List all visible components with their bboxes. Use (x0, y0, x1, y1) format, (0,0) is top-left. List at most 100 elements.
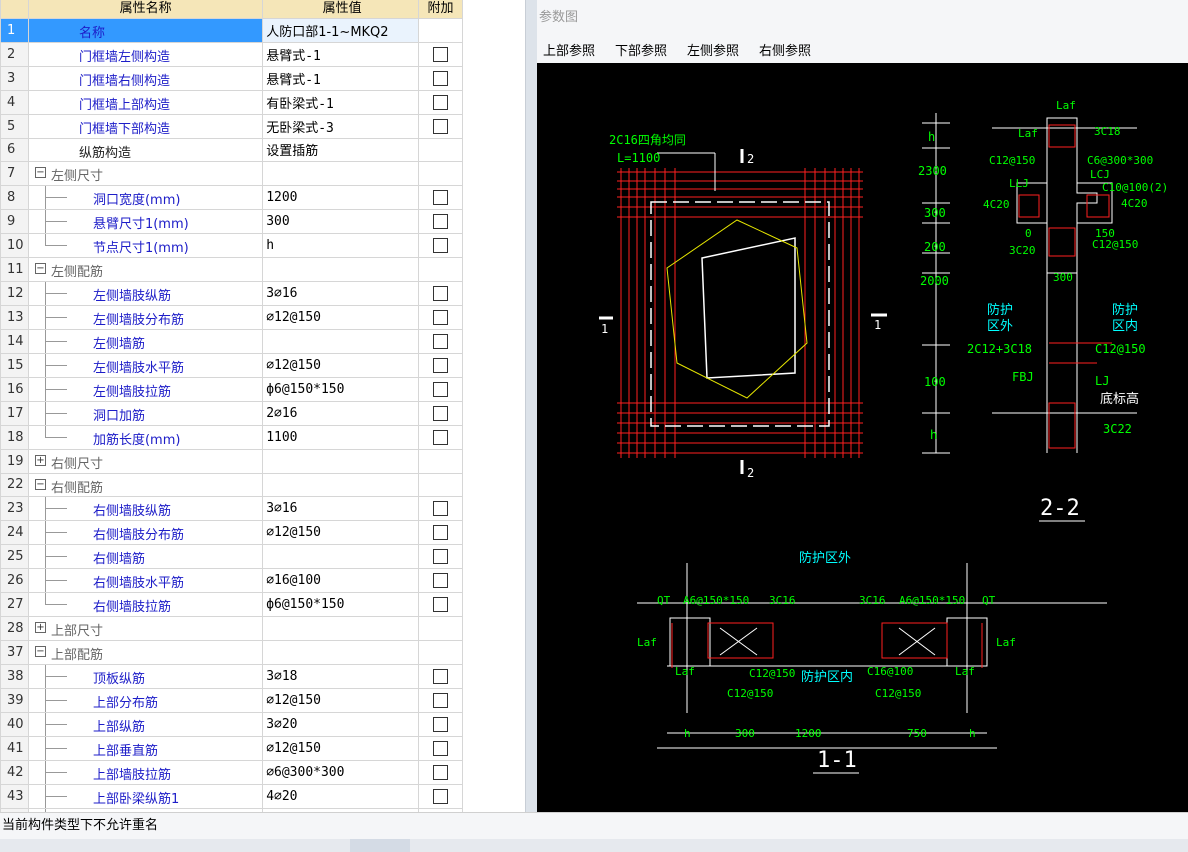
property-name-cell[interactable]: 上部纵筋 (27, 711, 264, 737)
extra-checkbox[interactable] (433, 525, 449, 541)
property-value[interactable] (262, 257, 420, 282)
extra-checkbox[interactable] (433, 429, 449, 445)
property-name-cell[interactable]: 右侧墙肢拉筋 (27, 592, 264, 618)
extra-checkbox[interactable] (433, 716, 449, 732)
property-name-cell[interactable]: + 右侧尺寸 (27, 448, 264, 474)
extra-checkbox[interactable] (433, 764, 449, 780)
extra-checkbox[interactable] (433, 309, 449, 325)
property-name-cell[interactable]: 左侧墙肢拉筋 (27, 376, 264, 402)
extra-checkbox[interactable] (433, 70, 449, 86)
property-value[interactable]: 悬臂式-1 (262, 41, 420, 67)
property-value[interactable]: 1200 (262, 185, 420, 210)
property-name-cell[interactable]: 门框墙下部构造 (27, 113, 264, 139)
table-row[interactable]: 11− 左侧配筋 (0, 257, 463, 282)
property-value[interactable]: 无卧梁式-3 (262, 113, 420, 139)
table-row[interactable]: 8 洞口宽度(mm) 1200 (0, 185, 463, 210)
property-name-cell[interactable]: 加筋长度(mm) (27, 424, 264, 450)
property-value[interactable]: 人防口部1-1~MKQ2 (262, 17, 420, 43)
property-name-cell[interactable]: 左侧墙肢分布筋 (27, 304, 264, 330)
property-value[interactable]: 2⌀16 (262, 400, 420, 426)
property-name-cell[interactable]: 上部分布筋 (27, 687, 264, 713)
property-value[interactable]: 悬臂式-1 (262, 65, 420, 91)
property-value[interactable]: 有卧梁式-1 (262, 89, 420, 115)
property-name-cell[interactable]: − 左侧尺寸 (27, 161, 264, 186)
table-row[interactable]: 4 门框墙上部构造 有卧梁式-1 (0, 89, 463, 115)
extra-checkbox[interactable] (433, 740, 449, 756)
property-value[interactable]: ⌀12@150 (262, 520, 420, 546)
table-row[interactable]: 25 右侧墙筋 (0, 544, 463, 570)
extra-checkbox[interactable] (433, 597, 449, 613)
table-row[interactable]: 14 左侧墙筋 (0, 328, 463, 354)
property-value[interactable]: h (262, 233, 420, 258)
property-name-cell[interactable]: 门框墙左侧构造 (27, 41, 264, 67)
extra-checkbox[interactable] (433, 285, 449, 301)
extra-checkbox[interactable] (433, 668, 449, 684)
property-value[interactable]: 4⌀20 (262, 783, 420, 809)
property-value[interactable] (262, 448, 420, 474)
property-value[interactable]: 3⌀16 (262, 280, 420, 306)
property-name-cell[interactable]: − 上部配筋 (27, 640, 264, 665)
property-value[interactable]: ⌀12@150 (262, 687, 420, 713)
property-value[interactable]: ф6@150*150 (262, 592, 420, 618)
table-row[interactable]: 28 + 上部尺寸 (0, 616, 463, 641)
property-name-cell[interactable]: 右侧墙筋 (27, 544, 264, 570)
extra-checkbox[interactable] (433, 357, 449, 373)
table-row[interactable]: 41 上部垂直筋 ⌀12@150 (0, 735, 463, 761)
table-row[interactable]: 27 右侧墙肢拉筋 ф6@150*150 (0, 592, 463, 618)
table-row[interactable]: 24 右侧墙肢分布筋 ⌀12@150 (0, 520, 463, 546)
property-name-cell[interactable]: 上部垂直筋 (27, 735, 264, 761)
property-name-cell[interactable]: − 右侧配筋 (27, 472, 264, 498)
table-row[interactable]: 18 加筋长度(mm) 1100 (0, 424, 463, 450)
property-value[interactable]: ⌀12@150 (262, 735, 420, 761)
property-name-cell[interactable]: 洞口加筋 (27, 400, 264, 426)
property-value[interactable]: ф6@150*150 (262, 376, 420, 402)
extra-checkbox[interactable] (433, 405, 449, 421)
property-value[interactable]: ⌀6@300*300 (262, 759, 420, 785)
tab-right-reference[interactable]: 右侧参照 (759, 40, 811, 59)
property-name-cell[interactable]: − 左侧配筋 (27, 257, 264, 282)
property-name-cell[interactable]: 左侧墙筋 (27, 328, 264, 354)
property-name-cell[interactable]: 名称 (27, 17, 264, 43)
table-row[interactable]: 15 左侧墙肢水平筋 ⌀12@150 (0, 352, 463, 378)
property-name-cell[interactable]: 上部卧梁纵筋1 (27, 783, 264, 809)
extra-checkbox[interactable] (433, 94, 449, 110)
property-value[interactable]: 3⌀16 (262, 496, 420, 522)
table-row[interactable]: 22− 右侧配筋 (0, 472, 463, 498)
property-name-cell[interactable]: 上部墙肢拉筋 (27, 759, 264, 785)
collapse-icon[interactable]: − (34, 263, 46, 274)
property-value[interactable]: 设置插筋 (262, 137, 420, 163)
extra-checkbox[interactable] (433, 692, 449, 708)
table-row[interactable]: 43 上部卧梁纵筋1 4⌀20 (0, 783, 463, 809)
table-row[interactable]: 39 上部分布筋 ⌀12@150 (0, 687, 463, 713)
table-row[interactable]: 16 左侧墙肢拉筋 ф6@150*150 (0, 376, 463, 402)
table-row[interactable]: 40 上部纵筋 3⌀20 (0, 711, 463, 737)
extra-checkbox[interactable] (433, 501, 449, 517)
property-name-cell[interactable]: 右侧墙肢分布筋 (27, 520, 264, 546)
property-name-cell[interactable]: + 上部尺寸 (27, 616, 264, 641)
property-name-cell[interactable]: 左侧墙肢水平筋 (27, 352, 264, 378)
extra-checkbox[interactable] (433, 333, 449, 349)
property-value[interactable] (262, 544, 420, 570)
property-name-cell[interactable]: 纵筋构造 (27, 137, 264, 163)
property-value[interactable]: ⌀12@150 (262, 304, 420, 330)
table-row[interactable]: 13 左侧墙肢分布筋 ⌀12@150 (0, 304, 463, 330)
table-row[interactable]: 9 悬臂尺寸1(mm) 300 (0, 209, 463, 234)
extra-checkbox[interactable] (433, 573, 449, 589)
extra-checkbox[interactable] (433, 788, 449, 804)
property-value[interactable] (262, 640, 420, 665)
extra-checkbox[interactable] (433, 190, 449, 205)
property-name-cell[interactable]: 门框墙右侧构造 (27, 65, 264, 91)
extra-checkbox[interactable] (433, 118, 449, 134)
property-value[interactable]: 1100 (262, 424, 420, 450)
extra-checkbox[interactable] (433, 214, 449, 229)
property-value[interactable] (262, 161, 420, 186)
table-row[interactable]: 17 洞口加筋 2⌀16 (0, 400, 463, 426)
property-name-cell[interactable]: 左侧墙肢纵筋 (27, 280, 264, 306)
property-name-cell[interactable]: 洞口宽度(mm) (27, 185, 264, 210)
property-value[interactable] (262, 328, 420, 354)
property-value[interactable] (262, 472, 420, 498)
panel-splitter[interactable] (525, 0, 537, 812)
table-row[interactable]: 38 顶板纵筋 3⌀18 (0, 663, 463, 689)
property-value[interactable]: ⌀16@100 (262, 568, 420, 594)
table-row[interactable]: 10 节点尺寸1(mm) h (0, 233, 463, 258)
